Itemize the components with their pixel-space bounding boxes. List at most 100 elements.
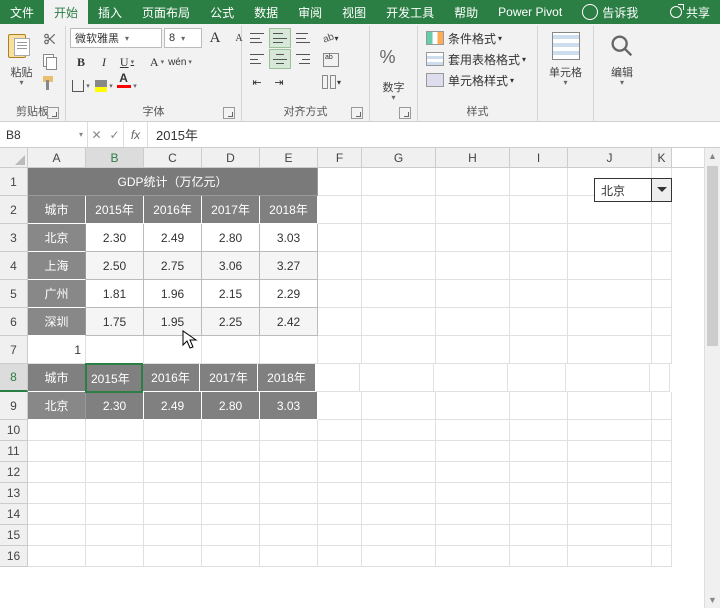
cell[interactable] — [318, 196, 362, 224]
cell[interactable] — [436, 280, 510, 308]
worksheet-grid[interactable]: ABCDEFGHIJK 1GDP统计（万亿元）2城市2015年2016年2017… — [0, 148, 720, 608]
header-cell[interactable]: 2016年 — [144, 196, 202, 224]
cell[interactable] — [202, 483, 260, 504]
header-cell[interactable]: 2017年 — [202, 196, 260, 224]
cell[interactable] — [144, 483, 202, 504]
clipboard-launcher[interactable] — [47, 107, 59, 119]
cell[interactable] — [436, 462, 510, 483]
cell[interactable] — [652, 504, 672, 525]
cell[interactable] — [568, 546, 652, 567]
header-cell[interactable]: 城市 — [28, 196, 86, 224]
font-size-select[interactable]: 8▾ — [164, 28, 202, 48]
row-header-16[interactable]: 16 — [0, 546, 28, 567]
cell[interactable] — [362, 420, 436, 441]
cell[interactable] — [318, 224, 362, 252]
row-header-7[interactable]: 7 — [0, 336, 28, 364]
cell[interactable] — [568, 224, 652, 252]
cell[interactable] — [362, 441, 436, 462]
row-header-12[interactable]: 12 — [0, 462, 28, 483]
dropdown-arrow[interactable] — [651, 179, 671, 201]
cell[interactable] — [202, 462, 260, 483]
cell[interactable] — [144, 462, 202, 483]
cell[interactable] — [652, 462, 672, 483]
cell[interactable] — [568, 504, 652, 525]
row-header-9[interactable]: 9 — [0, 392, 28, 420]
scroll-up-icon[interactable]: ▲ — [705, 148, 720, 164]
lookup-header[interactable]: 2018年 — [258, 364, 316, 392]
cell[interactable] — [362, 392, 436, 420]
data-cell[interactable]: 2.50 — [86, 252, 144, 280]
cell[interactable] — [144, 441, 202, 462]
cell[interactable] — [436, 224, 510, 252]
tab-view[interactable]: 视图 — [332, 0, 376, 24]
cell[interactable] — [510, 196, 568, 224]
row-header-5[interactable]: 5 — [0, 280, 28, 308]
font-color-button[interactable]: ▾ — [116, 76, 138, 96]
border-button[interactable]: ▾ — [70, 76, 92, 96]
table-format-button[interactable]: 套用表格格式▾ — [422, 49, 530, 69]
cell[interactable] — [362, 336, 436, 364]
cell[interactable] — [360, 364, 434, 392]
cell[interactable] — [566, 364, 650, 392]
cell[interactable] — [362, 308, 436, 336]
cell[interactable] — [202, 441, 260, 462]
col-header-J[interactable]: J — [568, 148, 652, 167]
tab-review[interactable]: 审阅 — [288, 0, 332, 24]
select-all-corner[interactable] — [0, 148, 28, 167]
lookup-data-cell[interactable]: 2.80 — [202, 392, 260, 420]
editing-button[interactable]: 编辑 ▾ — [601, 28, 643, 87]
cell[interactable] — [652, 308, 672, 336]
cell[interactable] — [202, 420, 260, 441]
cell[interactable] — [260, 504, 318, 525]
cell[interactable] — [510, 546, 568, 567]
lookup-data-cell[interactable]: 2.30 — [86, 392, 144, 420]
cell[interactable] — [652, 525, 672, 546]
cell[interactable] — [510, 441, 568, 462]
row-header-14[interactable]: 14 — [0, 504, 28, 525]
col-header-A[interactable]: A — [28, 148, 86, 167]
tab-formulas[interactable]: 公式 — [200, 0, 244, 24]
name-box[interactable]: B8▾ — [0, 122, 88, 147]
align-bottom-button[interactable] — [292, 28, 314, 48]
cell[interactable] — [510, 504, 568, 525]
data-cell[interactable]: 3.03 — [260, 224, 318, 252]
cell[interactable] — [652, 280, 672, 308]
cell[interactable] — [510, 420, 568, 441]
cell[interactable] — [510, 483, 568, 504]
lookup-city-cell[interactable]: 北京 — [28, 392, 86, 420]
cut-button[interactable] — [40, 29, 60, 49]
cell[interactable] — [510, 280, 568, 308]
cell[interactable] — [652, 224, 672, 252]
cell[interactable] — [436, 168, 510, 196]
cell[interactable] — [362, 483, 436, 504]
cell[interactable] — [86, 441, 144, 462]
orientation-button[interactable]: ab▾ — [320, 28, 342, 48]
lookup-data-cell[interactable]: 2.49 — [144, 392, 202, 420]
cell[interactable] — [28, 546, 86, 567]
cell-style-button[interactable]: 单元格样式▾ — [422, 70, 530, 90]
lookup-data-cell[interactable]: 3.03 — [260, 392, 318, 420]
accept-formula-icon[interactable]: ✓ — [110, 128, 120, 142]
cell[interactable] — [510, 525, 568, 546]
data-cell[interactable]: 1.95 — [144, 308, 202, 336]
cell[interactable] — [510, 168, 568, 196]
data-cell[interactable]: 1.81 — [86, 280, 144, 308]
cell[interactable] — [318, 504, 362, 525]
city-cell[interactable]: 广州 — [28, 280, 86, 308]
col-header-B[interactable]: B — [86, 148, 144, 167]
cell[interactable] — [510, 392, 568, 420]
col-header-C[interactable]: C — [144, 148, 202, 167]
col-header-H[interactable]: H — [436, 148, 510, 167]
scroll-thumb[interactable] — [707, 166, 718, 346]
cell[interactable] — [362, 525, 436, 546]
cell[interactable] — [28, 441, 86, 462]
cell[interactable] — [318, 252, 362, 280]
cell[interactable] — [144, 504, 202, 525]
cell[interactable] — [568, 308, 652, 336]
number-format-button[interactable]: % 数字 ▾ — [374, 43, 413, 102]
title-cell[interactable]: GDP统计（万亿元） — [28, 168, 318, 196]
number-launcher[interactable] — [399, 107, 411, 119]
cell[interactable] — [318, 525, 362, 546]
cell[interactable] — [362, 168, 436, 196]
data-cell[interactable]: 1.96 — [144, 280, 202, 308]
